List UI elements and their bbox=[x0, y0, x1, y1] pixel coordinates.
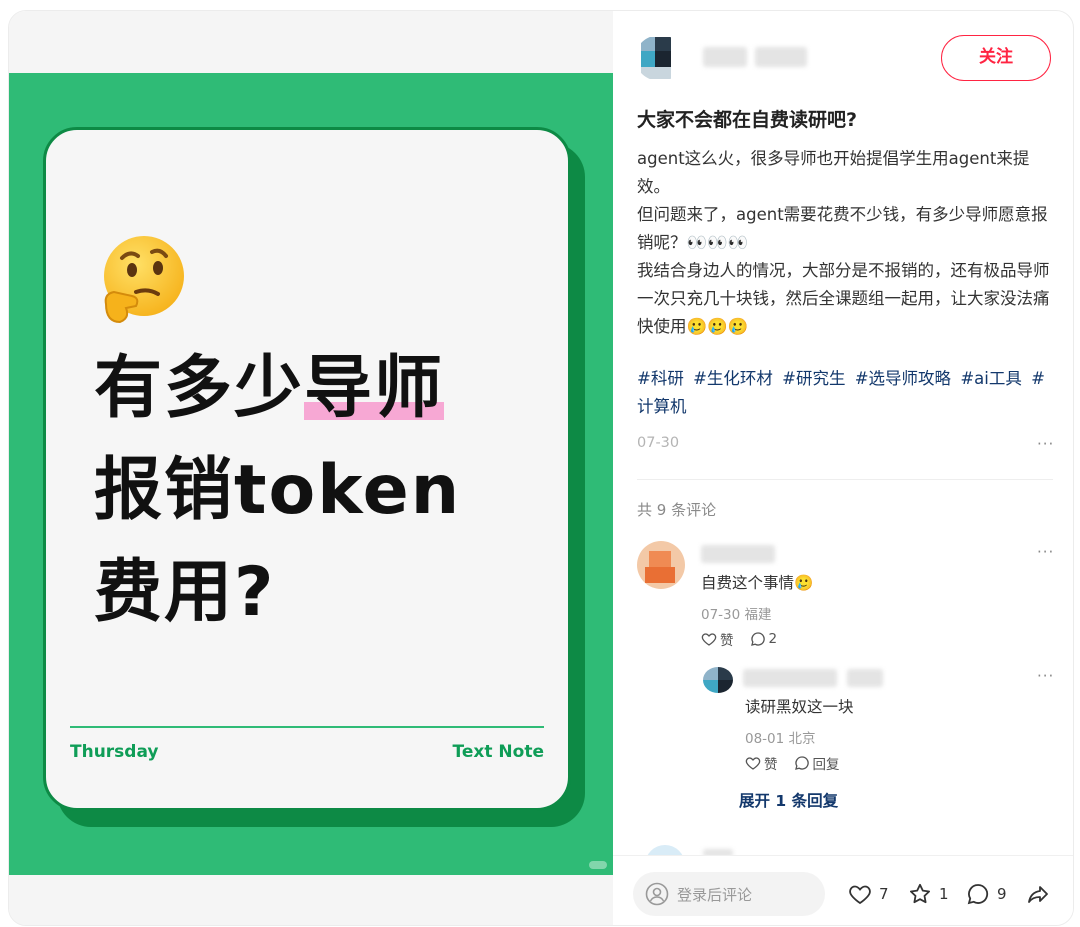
reply-meta: 08-01 北京 bbox=[745, 731, 816, 747]
like-count: 7 bbox=[879, 885, 889, 903]
desc-line: 但问题来了，agent需要花费不少钱，有多少导师愿意报销呢？👀👀👀 bbox=[637, 205, 1048, 252]
thinking-face-icon bbox=[104, 236, 184, 324]
headline-line3: 费用? bbox=[94, 553, 276, 632]
comment-meta: 07-30 福建 bbox=[701, 607, 772, 623]
note-card: 有多少导师 报销token 费用? Thursday Text Note bbox=[43, 127, 571, 811]
commenter-name-blurred[interactable] bbox=[701, 545, 775, 563]
tag-link[interactable]: #ai工具 bbox=[960, 369, 1022, 388]
tag-link[interactable]: #选导师攻略 bbox=[855, 369, 951, 388]
headline-text: 有多少 bbox=[94, 349, 305, 428]
bottom-bar: 登录后评论 7 1 9 bbox=[613, 855, 1073, 925]
reply-more-icon[interactable]: ··· bbox=[1037, 667, 1054, 685]
reply-reply-button[interactable]: 回复 bbox=[794, 753, 840, 773]
reply-like-button[interactable]: 赞 bbox=[745, 753, 778, 773]
comment-bubble-icon bbox=[794, 756, 809, 770]
headline-highlight: 导师 bbox=[304, 349, 445, 428]
post-date: 07-30 bbox=[637, 435, 680, 451]
note-footer-left: Thursday bbox=[70, 742, 159, 762]
collect-button[interactable]: 1 bbox=[907, 882, 949, 906]
reply-count: 2 bbox=[768, 631, 778, 647]
post-description: agent这么火，很多导师也开始提倡学生用agent来提效。 但问题来了，age… bbox=[637, 145, 1057, 341]
desc-line: 我结合身边人的情况，大部分是不报销的，还有极品导师一次只充几十块钱，然后全课题组… bbox=[637, 261, 1050, 336]
divider bbox=[637, 479, 1053, 480]
post-tags: #科研 #生化环材 #研究生 #选导师攻略 #ai工具 #计算机 bbox=[637, 365, 1057, 421]
comment-bubble-icon bbox=[967, 884, 989, 905]
like-label: 赞 bbox=[764, 757, 778, 773]
comment-button[interactable]: 9 bbox=[965, 882, 1007, 906]
share-icon bbox=[1028, 886, 1048, 903]
replier-name-blurred[interactable] bbox=[743, 669, 837, 687]
more-options-icon[interactable]: ··· bbox=[1037, 435, 1054, 453]
desc-line: agent这么火，很多导师也开始提倡学生用agent来提效。 bbox=[637, 149, 1030, 196]
reply-text: 读研黑奴这一块 bbox=[745, 698, 854, 716]
comment-count: 共 9 条评论 bbox=[637, 501, 717, 519]
comment-input[interactable]: 登录后评论 bbox=[633, 872, 825, 916]
author-avatar[interactable] bbox=[635, 35, 685, 81]
expand-replies-link[interactable]: 展开 1 条回复 bbox=[739, 789, 838, 811]
heart-icon bbox=[745, 757, 761, 770]
commenter-avatar[interactable] bbox=[637, 541, 685, 589]
comment-like-button[interactable]: 赞 bbox=[701, 629, 734, 649]
post-image[interactable]: 有多少导师 报销token 费用? Thursday Text Note bbox=[9, 73, 613, 875]
share-button[interactable] bbox=[1025, 882, 1051, 906]
heart-icon bbox=[849, 885, 871, 905]
reply-actions: 赞 回复 bbox=[745, 753, 840, 773]
tag-link[interactable]: #科研 bbox=[637, 369, 684, 388]
comment-bubble-icon bbox=[750, 632, 765, 646]
reply-to-blurred bbox=[847, 669, 883, 687]
note-footer-right: Text Note bbox=[452, 742, 544, 762]
heart-icon bbox=[701, 633, 717, 646]
content-panel: 关注 大家不会都在自费读研吧? agent这么火，很多导师也开始提倡学生用age… bbox=[613, 11, 1073, 925]
headline: 有多少导师 报销token 费用? bbox=[94, 338, 564, 644]
image-panel: 有多少导师 报销token 费用? Thursday Text Note bbox=[9, 11, 613, 925]
like-button[interactable]: 7 bbox=[847, 882, 889, 906]
comment-text: 自费这个事情🥲 bbox=[701, 574, 814, 592]
comment-reply-button[interactable]: 2 bbox=[750, 631, 778, 647]
tag-link[interactable]: #生化环材 bbox=[693, 369, 773, 388]
comment-placeholder: 登录后评论 bbox=[677, 885, 753, 904]
author-name-blurred-2 bbox=[755, 47, 807, 67]
comment-count-bottom: 9 bbox=[997, 885, 1007, 903]
author-name-blurred[interactable] bbox=[703, 47, 747, 67]
image-indicator bbox=[589, 861, 607, 869]
headline-line2: 报销token bbox=[94, 451, 462, 530]
user-icon bbox=[645, 882, 669, 906]
comment-actions: 赞 2 bbox=[701, 629, 777, 649]
follow-button[interactable]: 关注 bbox=[941, 35, 1051, 81]
tag-link[interactable]: #研究生 bbox=[782, 369, 845, 388]
post-card: 有多少导师 报销token 费用? Thursday Text Note 关注 … bbox=[8, 10, 1074, 926]
replier-avatar[interactable] bbox=[703, 667, 733, 693]
like-label: 赞 bbox=[720, 633, 734, 649]
post-title: 大家不会都在自费读研吧? bbox=[637, 109, 858, 131]
note-divider bbox=[70, 726, 544, 728]
star-count: 1 bbox=[939, 885, 949, 903]
reply-label: 回复 bbox=[812, 757, 840, 773]
star-icon bbox=[910, 883, 930, 904]
comment-more-icon[interactable]: ··· bbox=[1037, 543, 1054, 561]
